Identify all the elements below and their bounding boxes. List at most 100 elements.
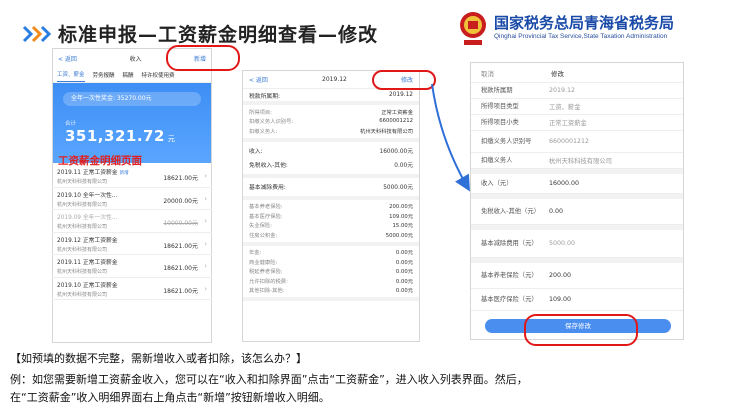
item-amount: 20000.00元 (163, 197, 198, 205)
edit-screen: 取消 修改 税款所属期 2019.12 所得项目类型 工资、薪金所得项目小类 正常工资薪… (470, 62, 684, 340)
item-amount: 18621.00元 (163, 265, 198, 272)
back-button[interactable]: < 返回 (249, 75, 268, 84)
highlight-add-button (166, 45, 240, 71)
field-label: 所得项目小类 (481, 118, 519, 126)
field-value[interactable]: 正常工资薪金 (549, 118, 587, 127)
form-field[interactable]: 所得项目小类 正常工资薪金 (471, 115, 683, 131)
field-value[interactable]: 6600001212 (549, 138, 589, 145)
item-amount: 10000.00元 (163, 220, 198, 227)
sum-value: 351,321.72 元 (65, 127, 176, 145)
cancel-button[interactable]: 取消 (481, 68, 551, 78)
list-item[interactable]: 2019.09 全年一次性... 杭州天科科技有限公司 10000.00元 › (52, 210, 212, 233)
faq-answer-line1: 例：如您需要新增工资薪金收入，您可以在“收入和扣除界面”点击“工资薪金”，进入收… (10, 373, 528, 386)
chevron-right-icon: › (204, 284, 207, 293)
detail-row: 基本养老保险: 200.00元 (249, 204, 413, 211)
list-item[interactable]: 2019.12 正常工资薪金 杭州天科科技有限公司 18621.00元 › (52, 233, 212, 255)
page-title: 标准申报—工资薪金明细查看—修改 (58, 24, 379, 46)
detail-row: 年金: 0.00元 (249, 250, 413, 257)
detail-row: 商业健康险: 0.00元 (249, 259, 413, 266)
field-value[interactable]: 2019.12 (549, 87, 575, 94)
field-label: 扣缴义务人 (481, 156, 513, 164)
form-field[interactable]: 扣缴义务人 杭州天科科技有限公司 (471, 153, 683, 169)
item-amount: 18621.00元 (163, 175, 198, 182)
field-label: 所得项目类型 (481, 102, 519, 110)
field-label: 基本养老保险（元） (481, 271, 538, 279)
field-label: 基本医疗保险（元） (481, 295, 538, 303)
highlight-save-button (524, 314, 638, 346)
chevron-right-icon: › (204, 194, 207, 203)
edit-form: 税款所属期 2019.12 所得项目类型 工资、薪金所得项目小类 正常工资薪金扣缴义务人… (471, 83, 683, 311)
tab-license[interactable]: 特许权使用费 (142, 71, 175, 82)
faq-answer-line2: 在“工资薪金”收入明细界面右上角点击“新增”按钮新增收入明细。 (10, 391, 330, 404)
info-section: 所得项目: 正常工资薪金 扣缴义务人识别号: 6600001212 扣缴义务人: 杭州天科… (243, 105, 419, 142)
summary-banner: 全年一次性奖金: 35270.00元 合计 351,321.72 元 (53, 83, 211, 163)
form-field[interactable]: 税款所属期 2019.12 (471, 83, 683, 99)
chevron-right-icon: › (204, 262, 207, 270)
field-value[interactable]: 工资、薪金 (549, 102, 580, 111)
tab-labor[interactable]: 劳务报酬 (93, 71, 115, 82)
detail-row: 扣缴义务人识别号: 6600001212 (249, 118, 413, 126)
detail-row: 税延养老保险: 0.00元 (249, 269, 413, 276)
detail-row: 住房公积金: 5000.00元 (249, 232, 413, 239)
income-detail-screen: < 返回 2019.12 修改 税款所属期: 2019.12 所得项目: 正常工资… (242, 70, 420, 342)
deduct-section: 基本减除费用: 5000.00元 (243, 178, 419, 200)
field-label: 扣缴义务人识别号 (481, 137, 532, 145)
chevron-right-icon: › (204, 172, 207, 180)
list-item[interactable]: 2019.11 正常工资薪金 新增 杭州天科科技有限公司 18621.00元 › (52, 165, 212, 188)
form-field[interactable]: 所得项目类型 工资、薪金 (471, 99, 683, 115)
chevron-right-icon: › (204, 217, 207, 225)
detail-row: 基本减除费用: 5000.00元 (249, 185, 413, 191)
nav-title: 修改 (551, 69, 564, 78)
back-button[interactable]: < 返回 (58, 54, 77, 63)
field-value[interactable]: 109.00 (549, 296, 571, 303)
field-value[interactable]: 200.00 (549, 272, 571, 279)
field-label: 税款所属期 (481, 86, 513, 94)
list-item[interactable]: 2019.10 全年一次性... 杭州天科科技有限公司 20000.00元 › (52, 188, 212, 210)
item-amount: 18621.00元 (163, 242, 198, 250)
bonus-pill: 全年一次性奖金: 35270.00元 (63, 92, 201, 106)
chevron-right-icon: › (204, 239, 207, 248)
tab-salary[interactable]: 工资、薪金 (57, 70, 85, 82)
field-label: 基本减除费用（元） (481, 239, 538, 247)
form-field[interactable]: 扣缴义务人识别号 6600001212 (471, 131, 683, 153)
period-row: 税款所属期: 2019.12 (243, 89, 419, 105)
tab-royalty[interactable]: 稿酬 (123, 71, 134, 82)
other-deduct-section: 年金: 0.00元 商业健康险: 0.00元 税延养老保险: 0.00元 允许扣除的税费: 0… (243, 246, 419, 301)
detail-row: 所得项目: 正常工资薪金 (249, 109, 413, 116)
list-item[interactable]: 2019.11 正常工资薪金 杭州天科科技有限公司 18621.00元 › (52, 255, 212, 278)
org-name: 国家税务总局青海省税务局 (494, 14, 675, 32)
detail-row: 失业保险: 15.00元 (249, 223, 413, 230)
highlight-edit-button (372, 70, 436, 90)
income-section: 收入: 16000.00元 免税收入-其他: 0.00元 (243, 142, 419, 178)
detail-row: 扣缴义务人: 杭州天科科技有限公司 (249, 128, 413, 135)
org-subtitle: Qinghai Provincial Tax Service,State Tax… (494, 33, 668, 40)
field-value[interactable]: 16000.00 (549, 180, 579, 187)
detail-row: 收入: 16000.00元 (249, 149, 413, 155)
page-annotation-label: 工资薪金明细页面 (58, 155, 142, 167)
special-deduct-section: 基本养老保险: 200.00元 基本医疗保险: 109.00元 失业保险: 15.00元住… (243, 200, 419, 246)
detail-row: 允许扣除的税费: 0.00元 (249, 278, 413, 285)
list-item[interactable]: 2019.10 正常工资薪金 杭州天科科技有限公司 18621.00元 › (52, 278, 212, 300)
faq-question: 【如预填的数据不完整，需新增收入或者扣除，该怎么办？】 (10, 352, 307, 365)
field-value[interactable]: 0.00 (549, 208, 563, 215)
tax-emblem-icon (460, 12, 486, 45)
item-amount: 18621.00元 (163, 287, 198, 295)
field-value[interactable]: 杭州天科科技有限公司 (549, 156, 612, 165)
new-badge: 新增 (119, 171, 129, 176)
nav-bar: 取消 修改 (471, 63, 683, 83)
income-list: 2019.11 正常工资薪金 新增 杭州天科科技有限公司 18621.00元 › 2019… (52, 165, 212, 300)
nav-title: 收入 (129, 55, 142, 63)
detail-row: 免税收入-其他: 0.00元 (249, 163, 413, 169)
form-field[interactable]: 收入（元） 16000.00 (471, 174, 683, 194)
sum-label: 合计 (65, 121, 77, 127)
form-field[interactable]: 基本医疗保险（元） 109.00 (471, 289, 683, 311)
form-field[interactable]: 免税收入-其他（元） 0.00 (471, 199, 683, 225)
detail-row: 其他扣除-其他: 0.00元 (249, 288, 413, 295)
form-field[interactable]: 基本减除费用（元） 5000.00 (471, 230, 683, 258)
form-field[interactable]: 基本养老保险（元） 200.00 (471, 263, 683, 289)
chevron-arrows-icon (22, 25, 52, 43)
field-label: 收入（元） (481, 179, 513, 187)
field-label: 免税收入-其他（元） (481, 207, 540, 215)
field-value[interactable]: 5000.00 (549, 240, 575, 247)
detail-row: 基本医疗保险: 109.00元 (249, 213, 413, 220)
